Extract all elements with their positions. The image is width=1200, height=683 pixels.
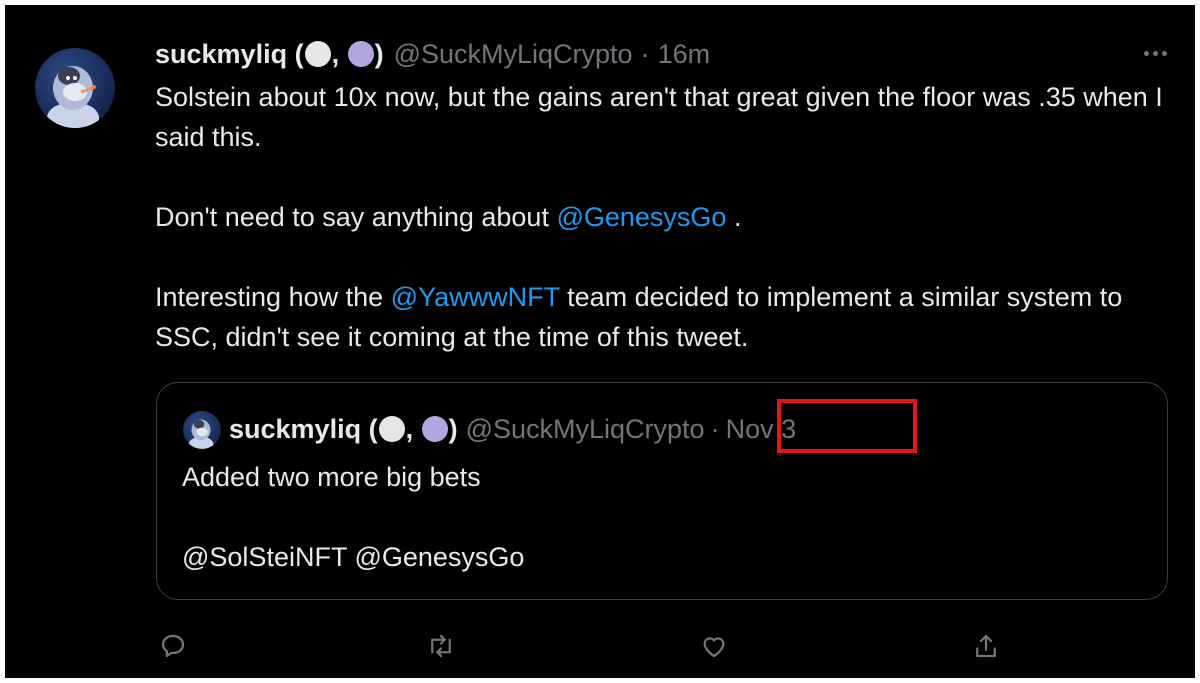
tweet-text-paragraph-1: Solstein about 10x now, but the gains ar… [155,82,1163,152]
retweet-icon[interactable] [423,628,459,664]
tweet-container: suckmyliq (, ) @SuckMyLiqCrypto · 16m So… [5,5,1195,678]
share-icon[interactable] [968,628,1004,664]
reply-icon[interactable] [155,628,191,664]
author-avatar[interactable] [35,48,115,128]
text-segment: . [726,202,742,232]
tweet-timestamp[interactable]: 16m [658,39,711,70]
quoted-text-line-1: Added two more big bets [182,462,481,492]
text-segment: Interesting how the [155,282,391,312]
mention-link-yawwwnft[interactable]: @YawwwNFT [391,282,560,312]
separator-dot: · [640,38,650,69]
tweet-body: Solstein about 10x now, but the gains ar… [155,77,1165,357]
white-circle-emoji [378,415,405,442]
author-handle[interactable]: @SuckMyLiqCrypto [394,39,633,70]
text-segment: Don't need to say anything about [155,202,557,232]
quoted-author-avatar [183,411,221,449]
purple-circle-emoji [421,415,448,442]
quoted-text-line-2: @SolSteiNFT @GenesysGo [182,542,525,572]
like-icon[interactable] [696,628,732,664]
separator-dot: · [710,413,720,444]
tweet-text-paragraph-2: Don't need to say anything about @Genesy… [155,197,1165,237]
quoted-tweet-header: suckmyliq (, ) @SuckMyLiqCrypto · Nov 3 [229,411,796,447]
quoted-tweet-body: Added two more big bets @SolSteiNFT @Gen… [182,457,524,577]
mention-link-genesysgo[interactable]: @GenesysGo [556,202,726,232]
white-circle-emoji [304,40,331,67]
author-name[interactable]: suckmyliq (, ) [155,39,384,70]
tweet-action-bar [155,628,1015,664]
red-highlight-annotation [777,399,917,453]
purple-circle-emoji [347,40,374,67]
tweet-text-paragraph-3: Interesting how the @YawwwNFT team decid… [155,277,1165,357]
quoted-author-handle: @SuckMyLiqCrypto [465,413,705,444]
quoted-tweet-card[interactable]: suckmyliq (, ) @SuckMyLiqCrypto · Nov 3 … [156,382,1168,600]
more-options-icon[interactable] [1135,41,1175,65]
tweet-header: suckmyliq (, ) @SuckMyLiqCrypto · 16m [155,37,1175,71]
quoted-author-name: suckmyliq (, ) [229,413,458,444]
